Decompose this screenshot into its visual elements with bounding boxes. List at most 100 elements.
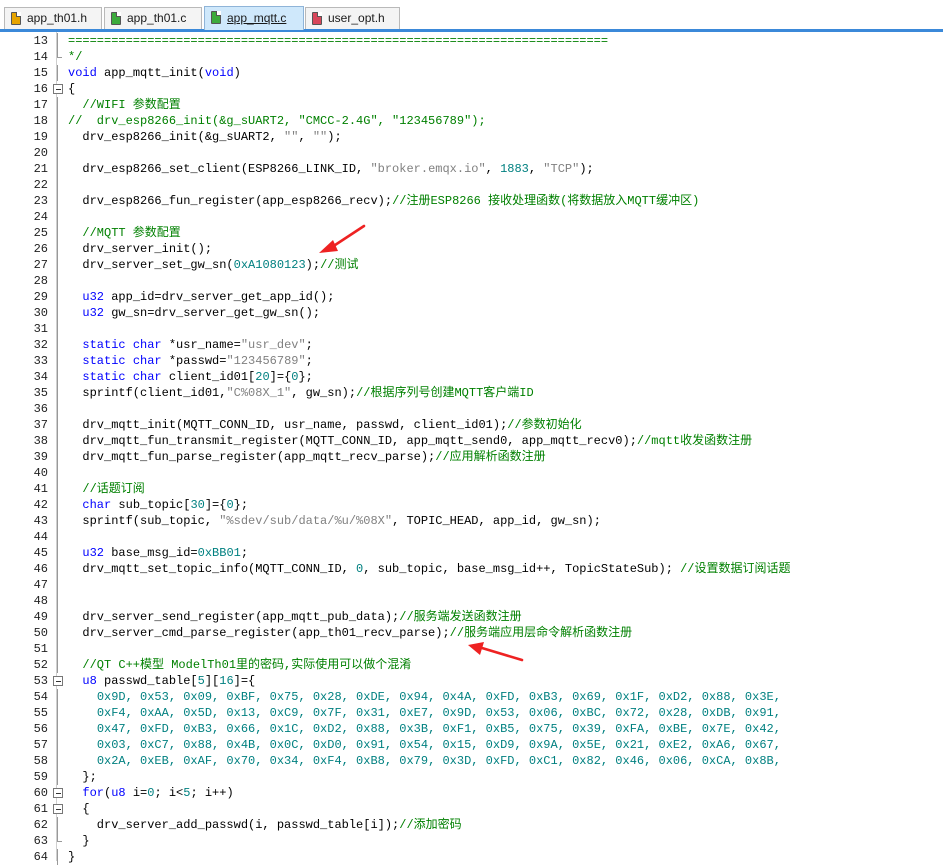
code-token: sprintf(client_id01, xyxy=(68,386,227,400)
code-line[interactable]: 14 */ xyxy=(0,49,943,65)
fold-guide xyxy=(53,753,63,769)
code-token: sprintf(sub_topic, xyxy=(68,514,220,528)
code-token: 0x9D, 0x53, 0x09, 0xBF, 0x75, 0x28, 0xDE… xyxy=(96,690,781,704)
code-line[interactable]: 46 drv_mqtt_set_topic_info(MQTT_CONN_ID,… xyxy=(0,561,943,577)
code-token: ]={ xyxy=(233,674,256,688)
code-line[interactable]: 56 0x47, 0xFD, 0xB3, 0x66, 0x1C, 0xD2, 0… xyxy=(0,721,943,737)
code-line[interactable]: 17 //WIFI 参数配置 xyxy=(0,97,943,113)
code-line[interactable]: 28 xyxy=(0,273,943,289)
code-line[interactable]: 26 drv_server_init(); xyxy=(0,241,943,257)
line-number: 26 xyxy=(33,242,48,256)
fold-guide xyxy=(53,737,63,753)
fold-guide xyxy=(53,257,63,273)
code-line[interactable]: 21 drv_esp8266_set_client(ESP8266_LINK_I… xyxy=(0,161,943,177)
code-line[interactable]: 49 drv_server_send_register(app_mqtt_pub… xyxy=(0,609,943,625)
code-token: u32 xyxy=(82,306,105,320)
code-line[interactable]: 63 } xyxy=(0,833,943,849)
code-line[interactable]: 60 for(u8 i=0; i<5; i++) xyxy=(0,785,943,801)
code-line[interactable]: 31 xyxy=(0,321,943,337)
code-line[interactable]: 38 drv_mqtt_fun_transmit_register(MQTT_C… xyxy=(0,433,943,449)
code-token: app_mqtt_init( xyxy=(96,66,205,80)
code-line[interactable]: 13 ======================================… xyxy=(0,33,943,49)
code-line[interactable]: 54 0x9D, 0x53, 0x09, 0xBF, 0x75, 0x28, 0… xyxy=(0,689,943,705)
code-token: , xyxy=(298,130,313,144)
code-line[interactable]: 24 xyxy=(0,209,943,225)
fold-toggle-icon[interactable] xyxy=(53,81,63,97)
code-line[interactable]: 39 drv_mqtt_fun_parse_register(app_mqtt_… xyxy=(0,449,943,465)
code-line[interactable]: 36 xyxy=(0,401,943,417)
code-line[interactable]: 19 drv_esp8266_init(&g_sUART2, "", ""); xyxy=(0,129,943,145)
fold-toggle-icon[interactable] xyxy=(53,673,63,689)
fold-guide xyxy=(53,641,63,657)
fold-toggle-icon[interactable] xyxy=(53,801,63,817)
code-token: drv_server_set_gw_sn( xyxy=(68,258,234,272)
line-number: 32 xyxy=(33,338,48,352)
code-text: //话题订阅 xyxy=(68,481,144,497)
fold-guide xyxy=(53,385,63,401)
code-token: }; xyxy=(233,498,249,512)
code-line[interactable]: 58 0x2A, 0xEB, 0xAF, 0x70, 0x34, 0xF4, 0… xyxy=(0,753,943,769)
code-line[interactable]: 48 xyxy=(0,593,943,609)
code-line[interactable]: 44 xyxy=(0,529,943,545)
code-token: //参数初始化 xyxy=(507,418,582,432)
code-line[interactable]: 42 char sub_topic[30]={0}; xyxy=(0,497,943,513)
code-line[interactable]: 41 //话题订阅 xyxy=(0,481,943,497)
code-line[interactable]: 18 // drv_esp8266_init(&g_sUART2, "CMCC-2… xyxy=(0,113,943,129)
line-number: 21 xyxy=(33,162,48,176)
code-text: 0x47, 0xFD, 0xB3, 0x66, 0x1C, 0xD2, 0x88… xyxy=(68,721,781,737)
code-line[interactable]: 23 drv_esp8266_fun_register(app_esp8266_… xyxy=(0,193,943,209)
code-line[interactable]: 50 drv_server_cmd_parse_register(app_th0… xyxy=(0,625,943,641)
code-line[interactable]: 32 static char *usr_name="usr_dev"; xyxy=(0,337,943,353)
code-token: 0x03, 0xC7, 0x88, 0x4B, 0x0C, 0xD0, 0x91… xyxy=(96,738,781,752)
code-line[interactable]: 55 0xF4, 0xAA, 0x5D, 0x13, 0xC9, 0x7F, 0… xyxy=(0,705,943,721)
code-line[interactable]: 34 static char client_id01[20]={0}; xyxy=(0,369,943,385)
annotation-arrow-1 xyxy=(319,224,366,253)
code-line[interactable]: 27 drv_server_set_gw_sn(0xA1080123);//测试 xyxy=(0,257,943,273)
tab-app-th01-c[interactable]: app_th01.c xyxy=(104,7,202,29)
code-line[interactable]: 64} xyxy=(0,849,943,865)
tab-app-th01-h[interactable]: app_th01.h xyxy=(4,7,102,29)
line-number: 53 xyxy=(33,674,48,688)
code-token: }; xyxy=(68,770,97,784)
line-number: 31 xyxy=(33,322,48,336)
code-token: "broker.emqx.io" xyxy=(370,162,486,176)
code-line[interactable]: 43 sprintf(sub_topic, "%sdev/sub/data/%u… xyxy=(0,513,943,529)
code-line[interactable]: 57 0x03, 0xC7, 0x88, 0x4B, 0x0C, 0xD0, 0… xyxy=(0,737,943,753)
fold-guide xyxy=(53,273,63,289)
tab-user-opt-h[interactable]: user_opt.h xyxy=(305,7,400,29)
code-line[interactable]: 33 static char *passwd="123456789"; xyxy=(0,353,943,369)
line-number: 54 xyxy=(33,690,48,704)
code-text: //WIFI 参数配置 xyxy=(68,97,180,113)
fold-guide xyxy=(53,721,63,737)
code-line[interactable]: 62 drv_server_add_passwd(i, passwd_table… xyxy=(0,817,943,833)
code-line[interactable]: 29 u32 app_id=drv_server_get_app_id(); xyxy=(0,289,943,305)
code-token: //mqtt收发函数注册 xyxy=(636,434,753,448)
line-number: 22 xyxy=(33,178,48,192)
fold-toggle-icon[interactable] xyxy=(53,785,63,801)
code-line[interactable]: 53 u8 passwd_table[5][16]={ xyxy=(0,673,943,689)
code-line[interactable]: 25 //MQTT 参数配置 xyxy=(0,225,943,241)
code-line[interactable]: 30 u32 gw_sn=drv_server_get_gw_sn(); xyxy=(0,305,943,321)
fold-guide xyxy=(53,577,63,593)
file-icon xyxy=(11,12,21,25)
code-line[interactable]: 45 u32 base_msg_id=0xBB01; xyxy=(0,545,943,561)
code-line[interactable]: 22 xyxy=(0,177,943,193)
code-line[interactable]: 15 void app_mqtt_init(void) xyxy=(0,65,943,81)
code-token: ; xyxy=(305,354,313,368)
code-line[interactable]: 61 { xyxy=(0,801,943,817)
code-editor[interactable]: 13 ======================================… xyxy=(0,32,943,865)
code-line[interactable]: 40 xyxy=(0,465,943,481)
tab-app-mqtt-c[interactable]: app_mqtt.c xyxy=(204,6,304,30)
code-line[interactable]: 59 }; xyxy=(0,769,943,785)
code-line[interactable]: 16 { xyxy=(0,81,943,97)
code-token: char xyxy=(82,498,112,512)
code-line[interactable]: 37 drv_mqtt_init(MQTT_CONN_ID, usr_name,… xyxy=(0,417,943,433)
code-line[interactable]: 35 sprintf(client_id01,"C%08X_1", gw_sn)… xyxy=(0,385,943,401)
code-line[interactable]: 20 xyxy=(0,145,943,161)
code-token: passwd_table[ xyxy=(96,674,198,688)
code-text: { xyxy=(68,81,75,97)
code-line[interactable]: 47 xyxy=(0,577,943,593)
